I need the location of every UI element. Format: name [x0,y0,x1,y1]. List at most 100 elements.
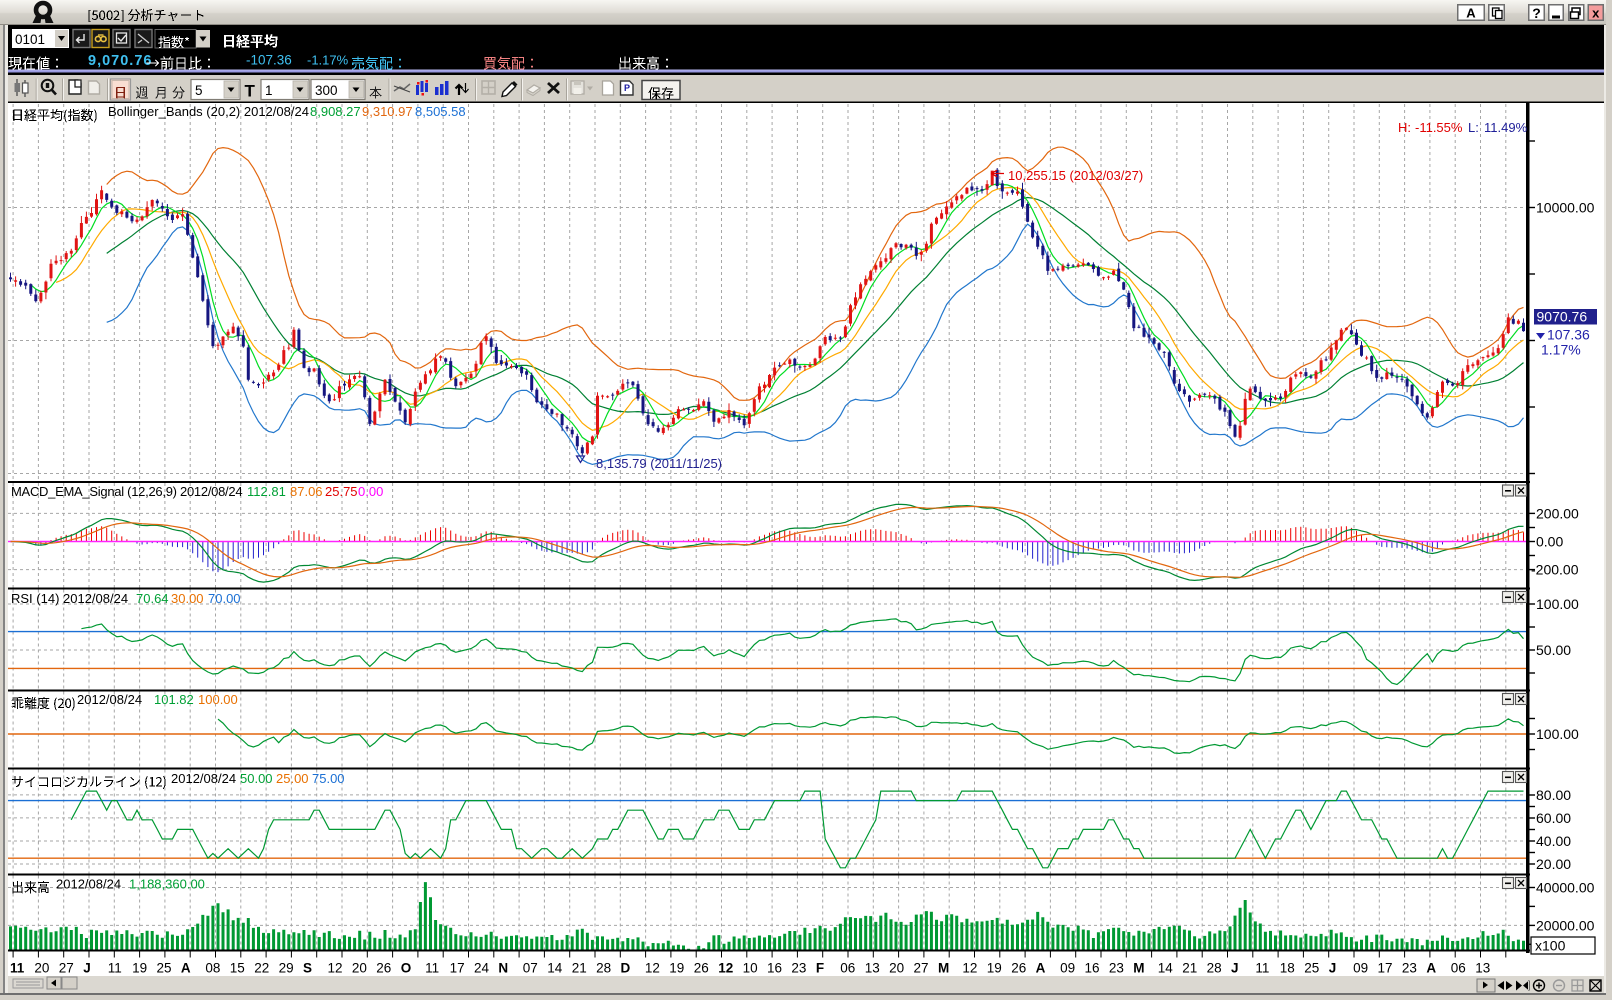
svg-text:15: 15 [230,961,245,976]
svg-text:11: 11 [425,961,439,976]
svg-text:H:: H: [1398,120,1411,135]
svg-text:28: 28 [596,961,611,976]
svg-text:50.00: 50.00 [1536,642,1571,658]
svg-text:70.64: 70.64 [136,591,169,606]
svg-text:19: 19 [987,961,1002,976]
svg-text:10000.00: 10000.00 [1536,200,1595,216]
svg-text:2012/08/24: 2012/08/24 [171,771,236,786]
svg-text:23: 23 [791,961,806,976]
svg-text:26: 26 [1011,961,1026,976]
svg-text:26: 26 [694,961,709,976]
svg-text:22: 22 [254,961,269,976]
svg-text:29: 29 [279,961,294,976]
svg-text:25.75: 25.75 [325,484,358,499]
svg-text:P: P [624,83,630,93]
svg-text:?: ? [1532,5,1541,21]
svg-text:M: M [1133,961,1144,976]
svg-text:0.00: 0.00 [1536,534,1563,550]
svg-text:19: 19 [132,961,147,976]
svg-text:5: 5 [195,83,203,98]
svg-text:112.81: 112.81 [247,484,286,499]
svg-text:87.06: 87.06 [290,484,323,499]
svg-text:50.00: 50.00 [240,771,273,786]
svg-text:200.00: 200.00 [1536,506,1579,522]
svg-text:M: M [938,961,949,976]
svg-text:13: 13 [865,961,880,976]
svg-text:20000.00: 20000.00 [1536,918,1595,934]
svg-text:17: 17 [450,961,465,976]
svg-text:MACD_EMA_Signal (12,26,9) 2012: MACD_EMA_Signal (12,26,9) 2012/08/24 [11,484,242,499]
svg-text:A: A [1466,6,1476,21]
svg-text:9,310.97: 9,310.97 [362,104,413,119]
svg-text:14: 14 [547,961,563,976]
svg-text:A: A [1036,961,1046,976]
svg-text:20.00: 20.00 [1536,856,1571,872]
svg-text:N: N [498,961,508,976]
svg-text:19: 19 [669,961,684,976]
svg-text:RSI (14) 2012/08/24: RSI (14) 2012/08/24 [11,591,128,606]
svg-text:10: 10 [743,961,758,976]
svg-text:26: 26 [376,961,391,976]
svg-text:12: 12 [328,961,343,976]
svg-text:8,505.58: 8,505.58 [415,104,466,119]
svg-text:L:: L: [1468,120,1479,135]
svg-text:2012/08/24: 2012/08/24 [77,692,142,707]
svg-text:11: 11 [1255,961,1269,976]
svg-text:A: A [181,961,191,976]
svg-text:70.00: 70.00 [208,591,241,606]
svg-text:18: 18 [1280,961,1295,976]
svg-text:30.00: 30.00 [171,591,204,606]
svg-text:21: 21 [1182,961,1197,976]
svg-text:80.00: 80.00 [1536,787,1571,803]
svg-text:23: 23 [1109,961,1124,976]
svg-text:40.00: 40.00 [1536,833,1571,849]
svg-text:13: 13 [1475,961,1490,976]
svg-text:07: 07 [523,961,538,976]
svg-text:21: 21 [572,961,587,976]
svg-text:1,188,360.00: 1,188,360.00 [129,877,205,892]
svg-text:100.00: 100.00 [198,692,238,707]
svg-text:D: D [621,961,631,976]
svg-text:28: 28 [1207,961,1222,976]
svg-text:40000.00: 40000.00 [1536,880,1595,896]
svg-text:9,070.76: 9,070.76 [88,53,152,69]
svg-text:06: 06 [1451,961,1466,976]
svg-text:F: F [816,961,824,976]
svg-text:-1.17%: -1.17% [307,53,349,68]
svg-text:10,255.15 (2012/03/27): 10,255.15 (2012/03/27) [1008,168,1143,183]
svg-text:x: x [1592,6,1600,21]
svg-text:20: 20 [34,961,49,976]
svg-text:100.00: 100.00 [1536,596,1579,612]
svg-text:A: A [1426,961,1436,976]
svg-text:Bollinger_Bands (20,2) 2012/08: Bollinger_Bands (20,2) 2012/08/24 [108,104,309,119]
svg-text:J: J [1231,961,1239,976]
svg-text:16: 16 [767,961,782,976]
svg-text:2012/08/24: 2012/08/24 [56,877,121,892]
svg-text:J: J [83,961,91,976]
svg-text:-11.55%: -11.55% [1415,120,1463,135]
svg-text:11: 11 [108,961,122,976]
svg-text:9070.76: 9070.76 [1537,309,1588,325]
svg-text:0.00: 0.00 [358,484,383,499]
svg-text:O: O [401,961,412,976]
svg-text:8,135.79 (2011/11/25): 8,135.79 (2011/11/25) [596,456,722,471]
svg-text:J: J [1329,961,1337,976]
svg-text:16: 16 [1085,961,1100,976]
svg-text:-107.36: -107.36 [246,53,292,68]
svg-text:09: 09 [1060,961,1075,976]
svg-text:12: 12 [718,961,733,976]
svg-text:T: T [245,82,256,101]
svg-text:12: 12 [962,961,977,976]
svg-text:101.82: 101.82 [154,692,194,707]
svg-text:11.49%: 11.49% [1484,120,1528,135]
svg-text:-200.00: -200.00 [1531,562,1579,578]
svg-text:27: 27 [914,961,929,976]
svg-text:75.00: 75.00 [312,771,345,786]
svg-text:1.17%: 1.17% [1541,342,1581,358]
svg-text:8,908.27: 8,908.27 [310,104,361,119]
svg-text:25.00: 25.00 [276,771,309,786]
svg-text:20: 20 [352,961,367,976]
svg-text:12: 12 [645,961,660,976]
svg-text:23: 23 [1402,961,1417,976]
svg-text:06: 06 [840,961,855,976]
